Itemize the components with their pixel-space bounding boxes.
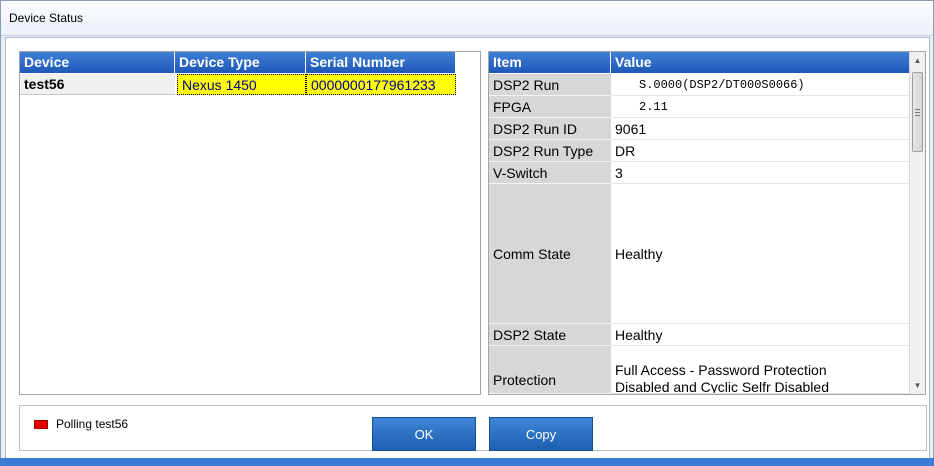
column-header-value[interactable]: Value (611, 52, 909, 73)
window-title: Device Status (9, 11, 84, 25)
ok-button[interactable]: OK (372, 417, 476, 451)
property-label: Protection (489, 346, 611, 394)
property-row[interactable]: DSP2 Run ID 9061 (489, 118, 909, 140)
property-row[interactable]: V-Switch 3 (489, 162, 909, 184)
taskbar-edge (0, 458, 934, 466)
vertical-scrollbar[interactable]: ▲ ▼ (909, 52, 925, 394)
property-label: Comm State (489, 184, 611, 324)
table-row[interactable]: test56 Nexus 1450 0000000177961233 (20, 74, 480, 95)
property-value: 9061 (611, 118, 909, 140)
column-header-device[interactable]: Device (20, 52, 175, 73)
column-header-device-type[interactable]: Device Type (175, 52, 306, 73)
property-value: Healthy (611, 184, 909, 324)
property-value: Full Access - Password Protection Disabl… (611, 346, 909, 394)
property-row[interactable]: Comm State Healthy (489, 184, 909, 324)
property-row[interactable]: FPGA 2.11 (489, 96, 909, 118)
column-header-serial-number[interactable]: Serial Number (306, 52, 456, 73)
property-label: FPGA (489, 96, 611, 118)
device-grid: Device Device Type Serial Number test56 … (19, 51, 481, 395)
grip-line (915, 112, 920, 113)
device-name-cell[interactable]: test56 (20, 74, 175, 95)
status-footer: Polling test56 OK Copy (19, 405, 927, 451)
property-grid: Item Value DSP2 Run S.0000(DSP2/DT000S00… (488, 51, 926, 395)
grip-line (915, 109, 920, 110)
copy-button[interactable]: Copy (489, 417, 593, 451)
scrollbar-thumb[interactable] (912, 72, 923, 152)
serial-number-cell[interactable]: 0000000177961233 (306, 74, 456, 95)
device-type-cell[interactable]: Nexus 1450 (177, 74, 306, 95)
property-label: DSP2 Run (489, 74, 611, 96)
device-grid-header: Device Device Type Serial Number (20, 52, 480, 73)
property-value: 3 (611, 162, 909, 184)
status-text: Polling test56 (56, 417, 129, 431)
scroll-down-arrow-icon[interactable]: ▼ (910, 377, 925, 394)
property-value: 2.11 (611, 96, 909, 118)
property-row[interactable]: DSP2 State Healthy (489, 324, 909, 346)
property-row[interactable]: DSP2 Run Type DR (489, 140, 909, 162)
property-label: DSP2 Run ID (489, 118, 611, 140)
title-bar[interactable]: Device Status (1, 1, 933, 36)
device-status-window: Device Status Device Device Type Serial … (0, 0, 934, 466)
property-label: V-Switch (489, 162, 611, 184)
column-header-item[interactable]: Item (489, 52, 611, 73)
grip-line (915, 115, 920, 116)
scroll-up-arrow-icon[interactable]: ▲ (910, 52, 925, 69)
polling-indicator-icon (34, 420, 48, 429)
property-label: DSP2 Run Type (489, 140, 611, 162)
property-value: DR (611, 140, 909, 162)
property-value: Healthy (611, 324, 909, 346)
property-row[interactable]: Protection Full Access - Password Protec… (489, 346, 909, 394)
property-label: DSP2 State (489, 324, 611, 346)
property-value: S.0000(DSP2/DT000S0066) (611, 74, 909, 96)
dialog-client-area: Device Device Type Serial Number test56 … (5, 37, 930, 459)
property-row[interactable]: DSP2 Run S.0000(DSP2/DT000S0066) (489, 74, 909, 96)
